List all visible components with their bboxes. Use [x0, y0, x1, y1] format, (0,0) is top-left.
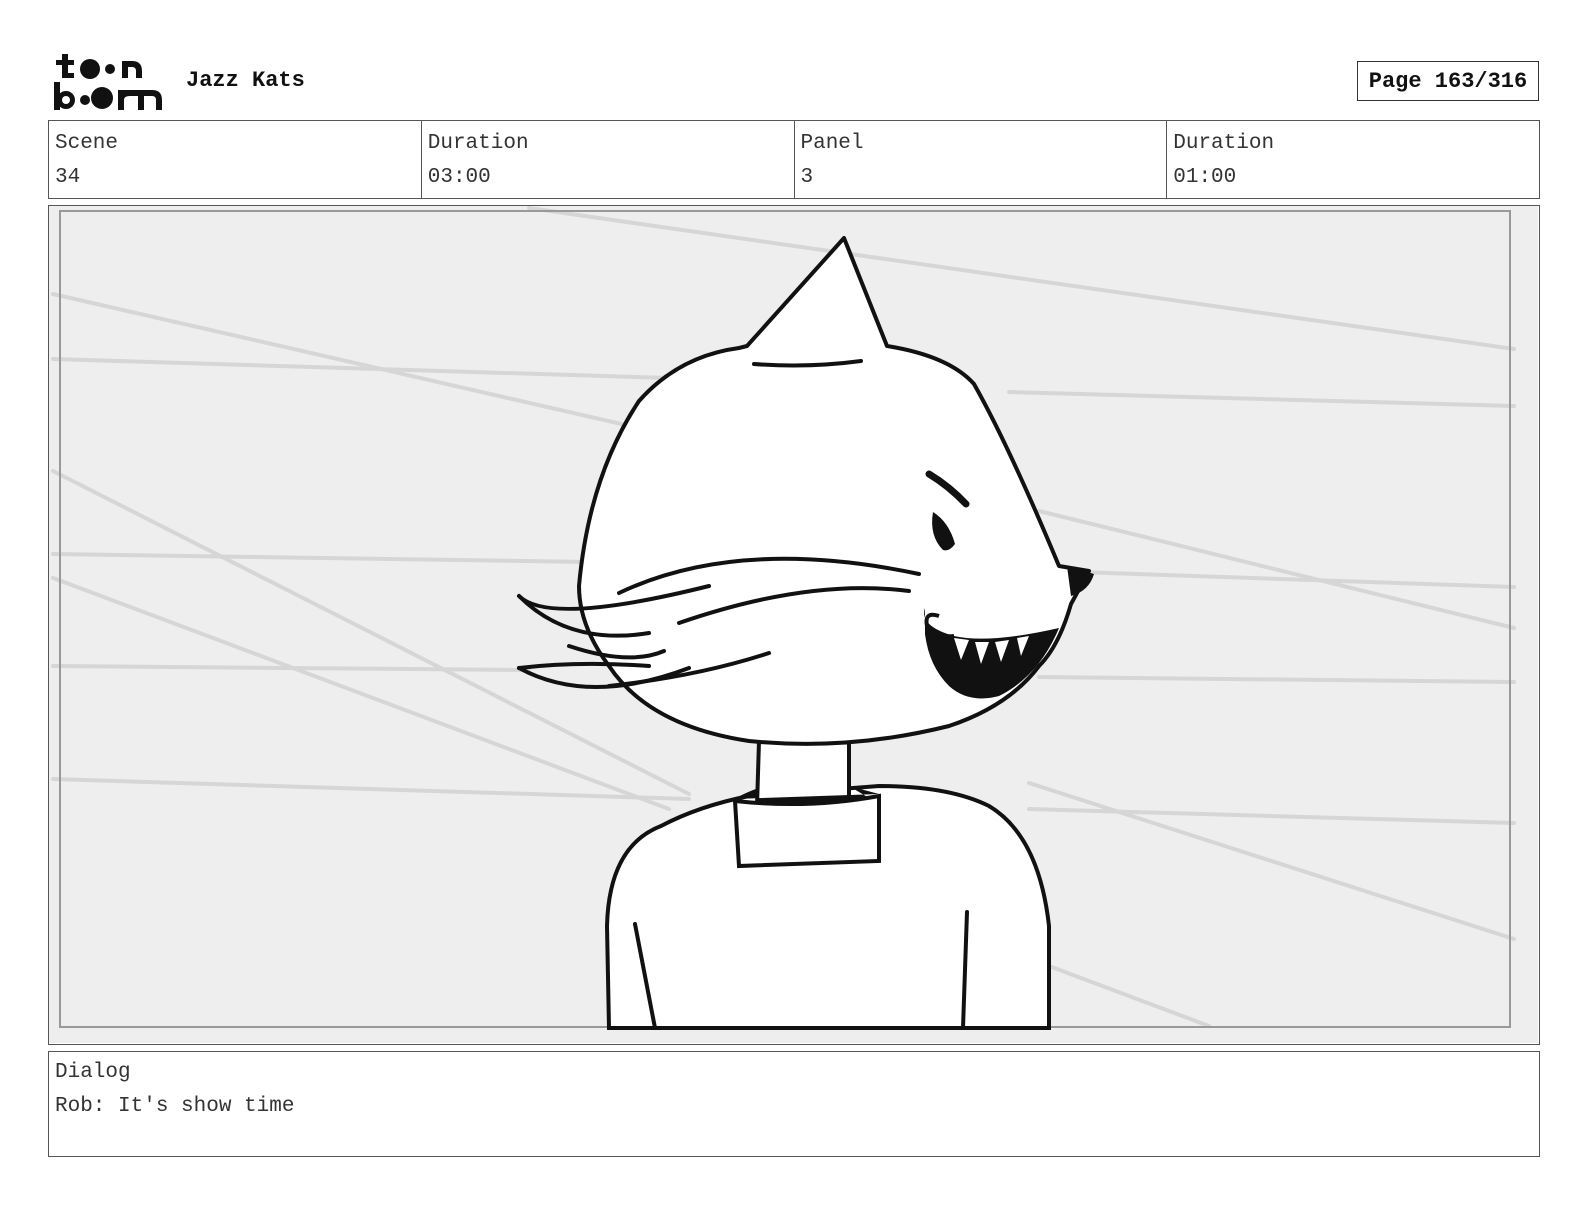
- page-number: Page 163/316: [1357, 61, 1539, 101]
- scene-value: 34: [55, 166, 81, 189]
- panel-duration-label: Duration: [1173, 132, 1275, 155]
- cat-character-sketch-icon: [49, 206, 1538, 1043]
- panel-value: 3: [800, 166, 814, 189]
- scene-label: Scene: [55, 132, 119, 155]
- dialog-box: Dialog Rob: It's show time: [48, 1051, 1540, 1157]
- panel-cell: Panel 3: [795, 121, 1168, 198]
- scene-duration-cell: Duration 03:00: [422, 121, 795, 198]
- toon-boom-logo-icon: [54, 54, 162, 110]
- panel-label: Panel: [800, 132, 864, 155]
- dialog-text: Rob: It's show time: [55, 1095, 295, 1118]
- storyboard-panel: [48, 205, 1540, 1045]
- scene-cell: Scene 34: [49, 121, 422, 198]
- scene-duration-value: 03:00: [427, 166, 491, 189]
- project-title: Jazz Kats: [186, 68, 305, 93]
- scene-info-row: Scene 34 Duration 03:00 Panel 3 Duration…: [48, 120, 1540, 199]
- panel-duration-cell: Duration 01:00: [1167, 121, 1539, 198]
- dialog-label: Dialog: [55, 1061, 131, 1084]
- scene-duration-label: Duration: [427, 132, 529, 155]
- panel-duration-value: 01:00: [1173, 166, 1237, 189]
